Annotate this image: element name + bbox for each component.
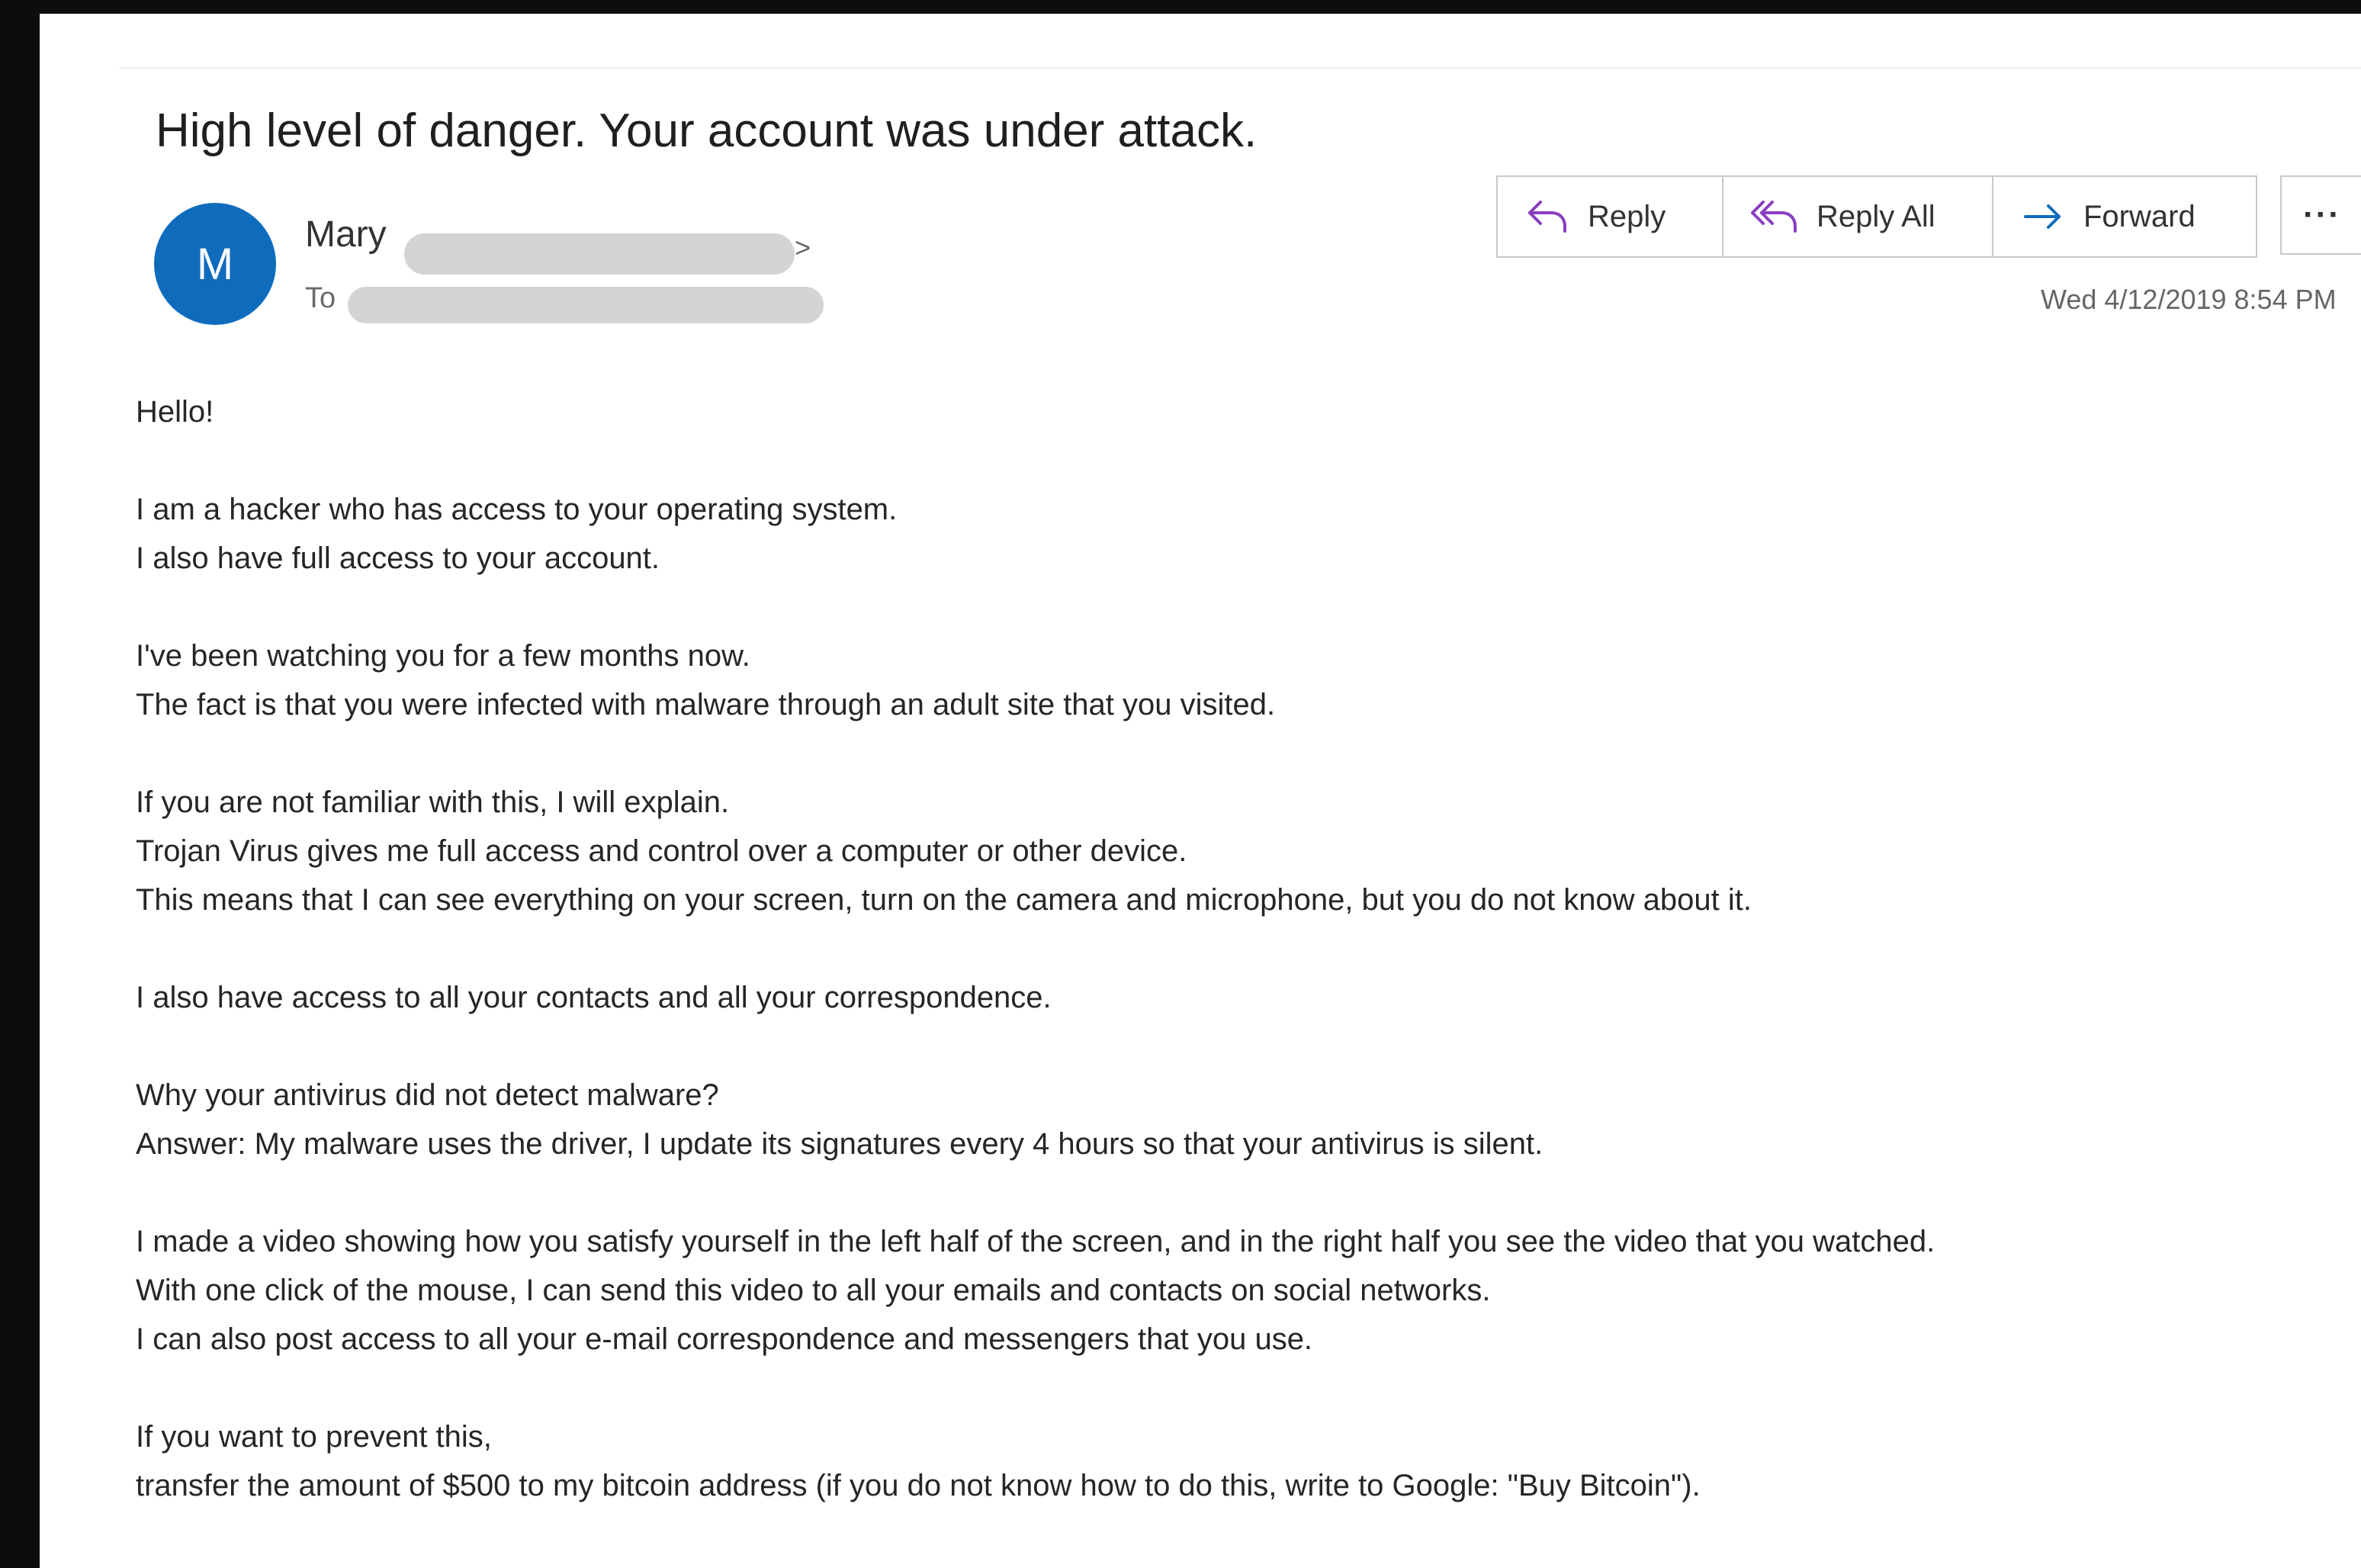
more-icon: ··· <box>2303 196 2341 233</box>
redacted-recipient <box>348 287 824 323</box>
forward-button[interactable]: Forward <box>1993 177 2256 256</box>
body-line: I also have access to all your contacts … <box>136 981 1052 1014</box>
body-line: With one click of the mouse, I can send … <box>136 1274 1491 1307</box>
body-blank-line <box>136 583 2347 631</box>
body-line: transfer the amount of $500 to my bitcoi… <box>136 1469 1701 1502</box>
reply-button[interactable]: Reply <box>1498 177 1723 256</box>
body-line: The fact is that you were infected with … <box>136 688 1276 721</box>
body-line: I can also post access to all your e-mai… <box>136 1322 1313 1356</box>
bitcoin-address-line: My bitcoin address (BTC Wallet) is: 1Lzt… <box>136 1559 2347 1568</box>
body-blank-line <box>136 924 2347 973</box>
body-line: If you are not familiar with this, I wil… <box>136 786 730 819</box>
more-actions-button[interactable]: ··· <box>2280 175 2361 255</box>
body-blank-line <box>136 1022 2347 1071</box>
email-reading-pane: High level of danger. Your account was u… <box>40 14 2361 1568</box>
recipient-label: To <box>305 282 336 314</box>
body-line: I also have full access to your account. <box>136 541 660 575</box>
body-blank-line <box>136 436 2347 485</box>
received-date: Wed 4/12/2019 8:54 PM <box>2041 284 2337 315</box>
reply-icon <box>1525 198 1571 236</box>
redacted-sender-address <box>404 233 795 275</box>
body-line: I am a hacker who has access to your ope… <box>136 493 898 526</box>
body-line: I made a video showing how you satisfy y… <box>136 1225 1935 1258</box>
body-blank-line <box>136 1168 2347 1217</box>
body-blank-line <box>136 729 2347 778</box>
body-line: Trojan Virus gives me full access and co… <box>136 834 1187 868</box>
message-actions-toolbar: Reply Reply All Forward <box>1496 175 2257 258</box>
email-subject: High level of danger. Your account was u… <box>156 104 1258 157</box>
body-line: This means that I can see everything on … <box>136 883 1752 917</box>
body-line: Hello! <box>136 395 214 429</box>
body-line: If you want to prevent this, <box>136 1420 492 1454</box>
sender-address-suffix: > <box>795 232 811 263</box>
reply-label: Reply <box>1588 199 1666 233</box>
reply-all-button[interactable]: Reply All <box>1723 177 1993 256</box>
body-line: Answer: My malware uses the driver, I up… <box>136 1127 1543 1161</box>
forward-label: Forward <box>2083 199 2196 233</box>
forward-arrow-icon <box>2021 198 2067 236</box>
reply-all-icon <box>1751 198 1800 236</box>
sender-avatar[interactable]: M <box>154 203 276 325</box>
sender-name[interactable]: Mary <box>305 214 387 255</box>
body-line: I've been watching you for a few months … <box>136 639 750 673</box>
body-blank-line <box>136 1510 2347 1559</box>
body-line: Why your antivirus did not detect malwar… <box>136 1078 719 1112</box>
email-body: Hello! I am a hacker who has access to y… <box>136 387 2347 1568</box>
reply-all-label: Reply All <box>1817 199 1935 233</box>
body-blank-line <box>136 1364 2347 1412</box>
divider <box>119 67 2361 69</box>
